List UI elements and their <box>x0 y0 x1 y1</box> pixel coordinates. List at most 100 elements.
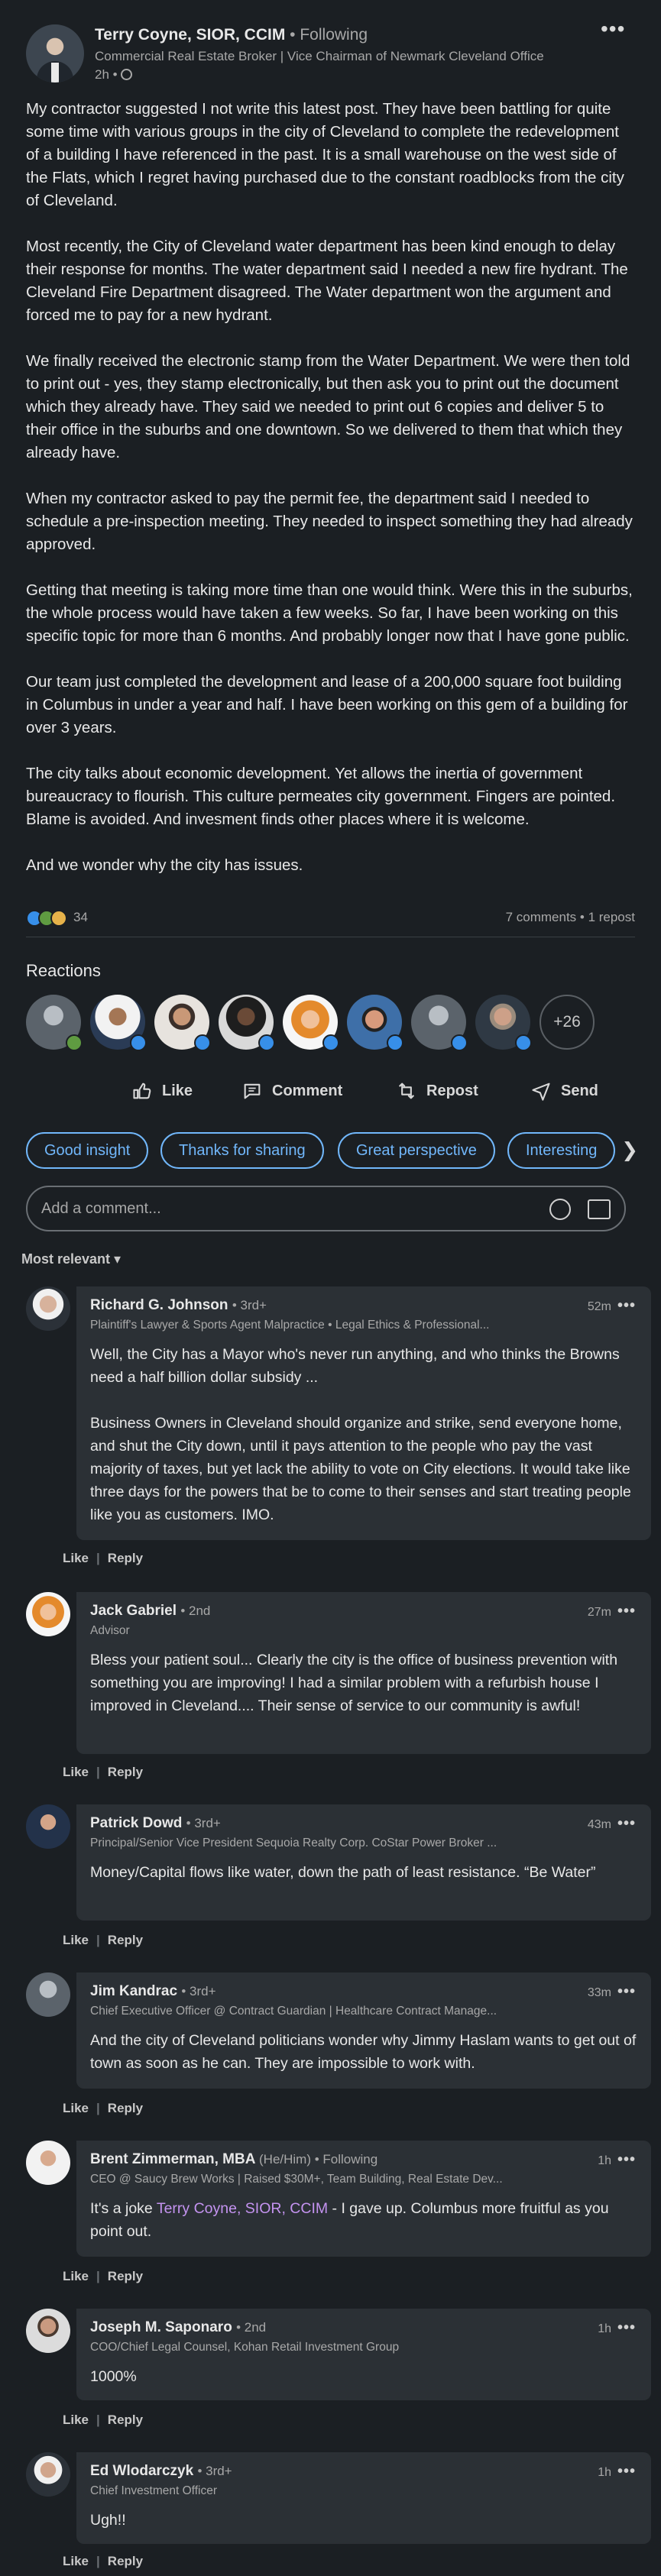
comment-like-button[interactable]: Like <box>63 1765 89 1779</box>
commenter-name[interactable]: Ed Wlodarczyk <box>90 2463 193 2479</box>
commenter-name[interactable]: Jim Kandrac <box>90 1983 177 1999</box>
comment-time-text: 1h <box>598 2322 611 2335</box>
comment-time-text: 52m <box>587 1300 611 1313</box>
comment-more-icon[interactable]: ••• <box>617 1603 636 1620</box>
chip-thanks-for-sharing[interactable]: Thanks for sharing <box>160 1132 324 1169</box>
commenter-avatar[interactable] <box>26 1592 70 1636</box>
reactor-avatar[interactable] <box>475 995 532 1051</box>
comments-reposts-count[interactable]: 7 comments • 1 repost <box>506 910 635 925</box>
commenter-name[interactable]: Brent Zimmerman, MBA <box>90 2151 255 2167</box>
comment-reply-button[interactable]: Reply <box>108 1933 143 1947</box>
reactor-avatar[interactable] <box>26 995 83 1051</box>
comment-text: Ugh!! <box>90 2509 637 2532</box>
comment-more-icon[interactable]: ••• <box>617 2151 636 2168</box>
image-icon[interactable] <box>588 1199 611 1219</box>
comment-reply-button[interactable]: Reply <box>108 2101 143 2115</box>
reactor-avatar[interactable] <box>411 995 468 1051</box>
commenter-avatar[interactable] <box>26 1972 70 2017</box>
comment-text: 1000% <box>90 2365 637 2388</box>
commenter-name[interactable]: Richard G. Johnson <box>90 1297 228 1313</box>
comment-actions: Like | Reply <box>63 1551 144 1565</box>
post-paragraph: Our team just completed the development … <box>26 673 628 736</box>
commenter-name-line[interactable]: Richard G. Johnson • 3rd+ <box>90 1297 637 1314</box>
send-button[interactable]: Send <box>530 1074 598 1108</box>
author-name[interactable]: Terry Coyne, SIOR, CCIM <box>95 26 285 44</box>
comment-reply-button[interactable]: Reply <box>108 1765 143 1779</box>
post-body: My contractor suggested I not write this… <box>26 98 635 900</box>
commenter-name-line[interactable]: Ed Wlodarczyk • 3rd+ <box>90 2463 637 2480</box>
comment-like-button[interactable]: Like <box>63 2413 89 2427</box>
chip-interesting[interactable]: Interesting <box>507 1132 616 1169</box>
reactor-avatar[interactable] <box>154 995 211 1051</box>
mention-link[interactable]: Terry Coyne, SIOR, CCIM <box>157 2200 328 2217</box>
comment-time: 1h ••• <box>598 2319 636 2337</box>
like-button[interactable]: Like <box>131 1074 193 1108</box>
more-reactors-button[interactable]: +26 <box>539 995 595 1050</box>
post-time: 2h • <box>95 67 132 83</box>
post-paragraph: The city talks about economic developmen… <box>26 765 616 828</box>
reactor-avatar[interactable] <box>90 995 147 1051</box>
commenter-name-line[interactable]: Jack Gabriel • 2nd <box>90 1603 637 1620</box>
author-line[interactable]: Terry Coyne, SIOR, CCIM • Following <box>95 26 368 44</box>
chip-good-insight[interactable]: Good insight <box>26 1132 149 1169</box>
comment-reply-button[interactable]: Reply <box>108 2269 143 2283</box>
commenter-name-line[interactable]: Brent Zimmerman, MBA (He/Him) • Followin… <box>90 2151 637 2168</box>
reactor-avatar[interactable] <box>283 995 339 1051</box>
comment-actions: Like | Reply <box>63 2269 144 2283</box>
repost-button[interactable]: Repost <box>396 1074 478 1108</box>
comment-paragraph: Well, the City has a Mayor who's never r… <box>90 1346 620 1386</box>
commenter-name[interactable]: Jack Gabriel <box>90 1603 177 1619</box>
comment-more-icon[interactable]: ••• <box>617 1983 636 2000</box>
comment-time: 52m ••• <box>588 1297 636 1315</box>
comment-card: Patrick Dowd • 3rd+ Principal/Senior Vic… <box>76 1804 651 1921</box>
comment-paragraph: Money/Capital flows like water, down the… <box>90 1864 596 1881</box>
comment-paragraph: Bless your patient soul... Clearly the c… <box>90 1652 618 1714</box>
comment-like-button[interactable]: Like <box>63 1933 89 1947</box>
comment-like-button[interactable]: Like <box>63 2554 89 2568</box>
emoji-icon[interactable] <box>549 1199 571 1220</box>
author-avatar[interactable] <box>26 24 84 83</box>
connection-degree: (He/Him) • Following <box>259 2152 378 2167</box>
comment-more-icon[interactable]: ••• <box>617 1815 636 1832</box>
comment-more-icon[interactable]: ••• <box>617 1297 636 1314</box>
commenter-avatar[interactable] <box>26 1286 70 1331</box>
comment-actions: Like | Reply <box>63 1933 144 1947</box>
reaction-icons[interactable] <box>26 910 79 928</box>
comment-like-button[interactable]: Like <box>63 1551 89 1565</box>
reactions-title: Reactions <box>26 961 101 980</box>
social-counts: 34 7 comments • 1 repost <box>26 908 635 930</box>
follow-status: Following <box>300 26 368 44</box>
comment-like-button[interactable]: Like <box>63 2101 89 2115</box>
support-reaction-icon <box>50 910 67 927</box>
chevron-right-icon[interactable]: ❯ <box>621 1138 638 1162</box>
comment-more-icon[interactable]: ••• <box>617 2463 636 2480</box>
commenter-avatar[interactable] <box>26 2452 70 2497</box>
commenter-name-line[interactable]: Patrick Dowd • 3rd+ <box>90 1815 637 1832</box>
commenter-name[interactable]: Patrick Dowd <box>90 1815 182 1831</box>
chip-great-perspective[interactable]: Great perspective <box>338 1132 495 1169</box>
comment-text: And the city of Cleveland politicians wo… <box>90 2029 637 2075</box>
like-badge-icon <box>130 1034 147 1051</box>
comment-more-icon[interactable]: ••• <box>617 2319 636 2336</box>
reactor-avatar[interactable] <box>347 995 403 1051</box>
comment-reply-button[interactable]: Reply <box>108 1551 143 1565</box>
commenter-name-line[interactable]: Joseph M. Saponaro • 2nd <box>90 2319 637 2336</box>
commenter-headline: Advisor <box>90 1624 130 1637</box>
more-options-icon[interactable]: ••• <box>601 17 635 41</box>
comment-button[interactable]: Comment <box>241 1074 342 1108</box>
sort-dropdown[interactable]: Most relevant ▾ <box>21 1251 121 1267</box>
reactor-avatar[interactable] <box>219 995 275 1051</box>
comment-card: Joseph M. Saponaro • 2nd COO/Chief Legal… <box>76 2309 651 2400</box>
comment-like-button[interactable]: Like <box>63 2269 89 2283</box>
comment-paragraph: Business Owners in Cleveland should orga… <box>90 1415 631 1523</box>
commenter-avatar[interactable] <box>26 2141 70 2185</box>
commenter-avatar[interactable] <box>26 2309 70 2353</box>
comment-reply-button[interactable]: Reply <box>108 2554 143 2568</box>
comment-input[interactable] <box>41 1196 500 1221</box>
action-bar: Like Comment Repost Send <box>26 1070 635 1112</box>
comment-reply-button[interactable]: Reply <box>108 2413 143 2427</box>
commenter-avatar[interactable] <box>26 1804 70 1849</box>
commenter-name[interactable]: Joseph M. Saponaro <box>90 2319 232 2335</box>
commenter-name-line[interactable]: Jim Kandrac • 3rd+ <box>90 1983 637 2000</box>
reaction-count[interactable]: 34 <box>73 910 88 925</box>
